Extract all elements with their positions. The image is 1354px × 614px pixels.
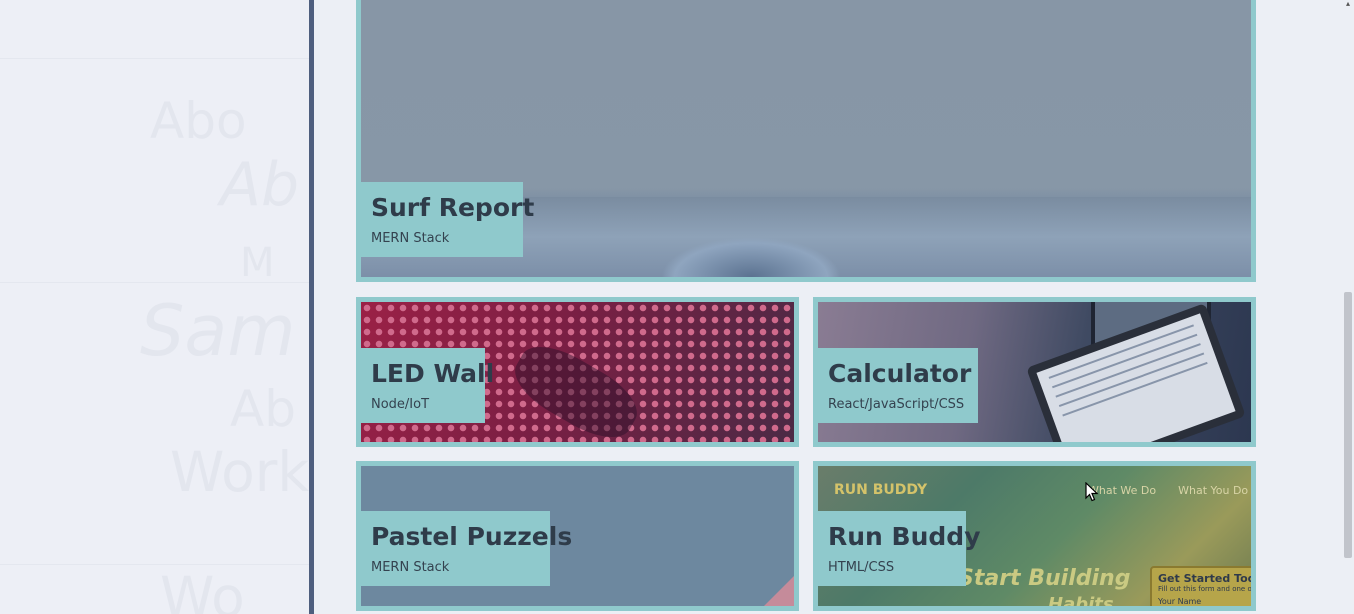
sidebar-ghost-text: Ab [230, 380, 296, 438]
project-card-run-buddy[interactable]: RUN BUDDY What We Do What You Do Yo Star… [813, 461, 1256, 611]
sidebar-ghost-text: Ab [220, 150, 300, 220]
sidebar-ghost-text: Wo [160, 565, 245, 614]
run-buddy-nav-item: What You Do [1178, 484, 1249, 497]
run-buddy-nav: What We Do What You Do Yo [1088, 484, 1251, 497]
run-buddy-tagline: Habits [1048, 594, 1114, 611]
run-buddy-logo: RUN BUDDY [834, 482, 928, 498]
led-shadow [504, 333, 648, 442]
run-buddy-form-heading: Get Started Today [1158, 572, 1256, 585]
sidebar-band [0, 564, 310, 565]
vertical-scrollbar[interactable]: ▴ [1342, 0, 1354, 614]
sidebar: Abo Ab M Sam Ab Work Wo [0, 0, 310, 614]
project-title: Run Buddy [828, 522, 981, 551]
project-card-calculator[interactable]: Calculator React/JavaScript/CSS [813, 297, 1256, 447]
project-subtitle: React/JavaScript/CSS [828, 397, 965, 412]
run-buddy-form-field: Your Name [1158, 597, 1202, 606]
portfolio-page: Abo Ab M Sam Ab Work Wo Surf Report MERN… [0, 0, 1354, 614]
sidebar-ghost-text: Work [170, 440, 310, 504]
sidebar-ghost-text: M [240, 240, 275, 286]
project-subtitle: MERN Stack [371, 560, 450, 575]
project-title: Calculator [828, 359, 972, 388]
scroll-up-arrow-icon[interactable]: ▴ [1344, 0, 1352, 8]
project-caption: Run Buddy HTML/CSS [818, 511, 981, 586]
run-buddy-form: Get Started Today Fill out this form and… [1150, 566, 1256, 606]
sidebar-band [0, 58, 310, 59]
project-card-surf-report[interactable]: Surf Report MERN Stack [356, 0, 1256, 282]
pastel-corner [764, 576, 794, 606]
project-subtitle: Node/IoT [371, 397, 430, 412]
project-title: LED Wall [371, 359, 495, 388]
project-caption: Calculator React/JavaScript/CSS [818, 348, 978, 423]
run-buddy-tagline: Start Building [958, 566, 1131, 591]
sidebar-ghost-text: Sam [140, 290, 296, 372]
sidebar-divider [309, 0, 314, 614]
run-buddy-form-sub: Fill out this form and one of o [1158, 585, 1256, 593]
project-caption: Pastel Puzzels MERN Stack [361, 511, 573, 586]
project-card-led-wall[interactable]: LED Wall Node/IoT [356, 297, 799, 447]
project-title: Pastel Puzzels [371, 522, 573, 551]
project-subtitle: HTML/CSS [828, 560, 895, 575]
project-subtitle: MERN Stack [371, 231, 450, 246]
surf-wave [661, 237, 841, 277]
project-caption: Surf Report MERN Stack [361, 182, 535, 257]
project-caption: LED Wall Node/IoT [361, 348, 495, 423]
scrollbar-thumb[interactable] [1344, 292, 1352, 558]
sidebar-ghost-text: Abo [150, 92, 247, 150]
project-card-pastel-puzzels[interactable]: Pastel Puzzels MERN Stack [356, 461, 799, 611]
project-title: Surf Report [371, 193, 535, 222]
